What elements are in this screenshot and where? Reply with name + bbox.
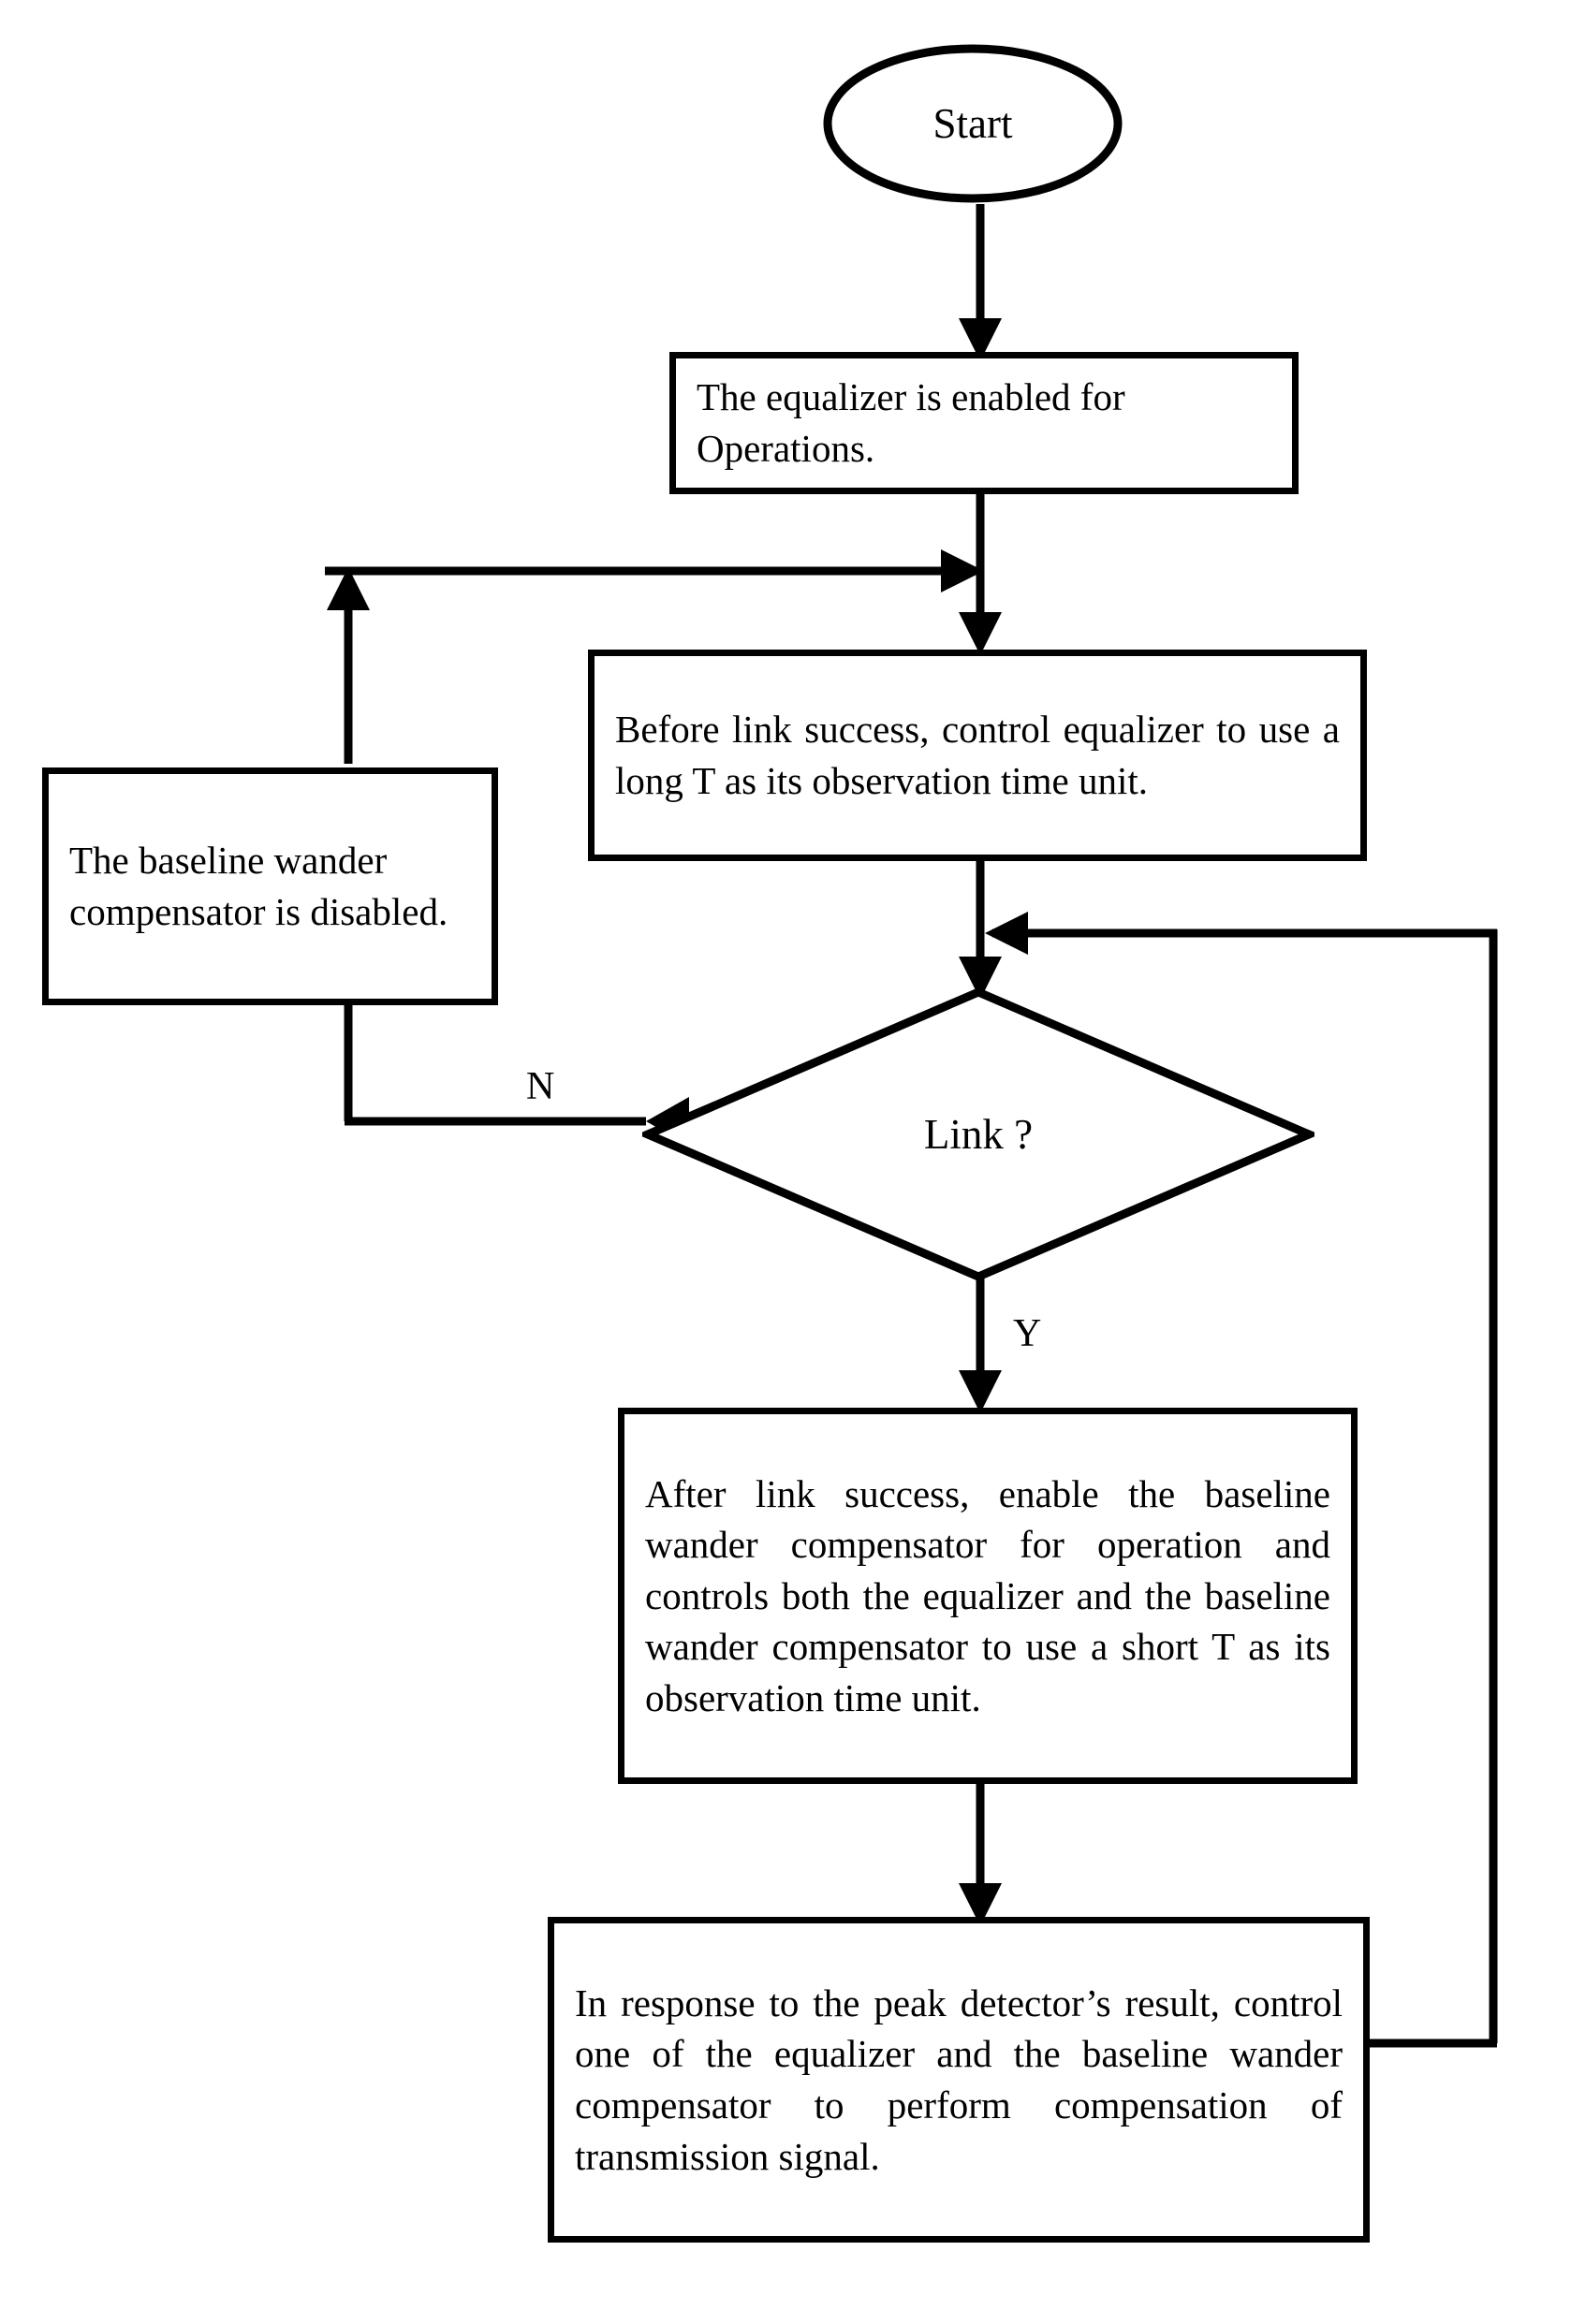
node-start-label: Start — [932, 99, 1013, 147]
node-link-decision-label: Link ? — [923, 1110, 1034, 1158]
node-start[interactable]: Start — [822, 43, 1123, 204]
flowchart-canvas: Start The equalizer is enabled for Opera… — [0, 0, 1571, 2324]
node-enable-equalizer[interactable]: The equalizer is enabled for Operations. — [669, 352, 1299, 494]
edge-label-no: N — [526, 1065, 555, 1108]
node-bwc-disabled[interactable]: The baseline wander compensator is disab… — [42, 767, 498, 1005]
node-after-link[interactable]: After link success, enable the baseline … — [618, 1408, 1358, 1784]
node-after-link-label: After link success, enable the baseline … — [645, 1471, 1330, 1719]
node-peak-detector-label: In response to the peak detector’s resul… — [575, 1981, 1343, 2178]
arrowhead-right-feedback-left-rail — [941, 549, 984, 592]
node-peak-detector[interactable]: In response to the peak detector’s resul… — [548, 1917, 1370, 2243]
node-link-decision[interactable]: Link ? — [642, 987, 1314, 1282]
node-before-link[interactable]: Before link success, control equalizer t… — [588, 650, 1367, 861]
node-bwc-disabled-label: The baseline wander compensator is disab… — [69, 839, 448, 933]
node-enable-equalizer-label: The equalizer is enabled for Operations. — [697, 375, 1125, 470]
arrowhead-up-feedback-left — [327, 567, 370, 610]
edge-label-yes: Y — [1013, 1312, 1042, 1355]
node-before-link-label: Before link success, control equalizer t… — [615, 708, 1340, 802]
arrowhead-left-feedback-right-rail — [985, 912, 1028, 955]
